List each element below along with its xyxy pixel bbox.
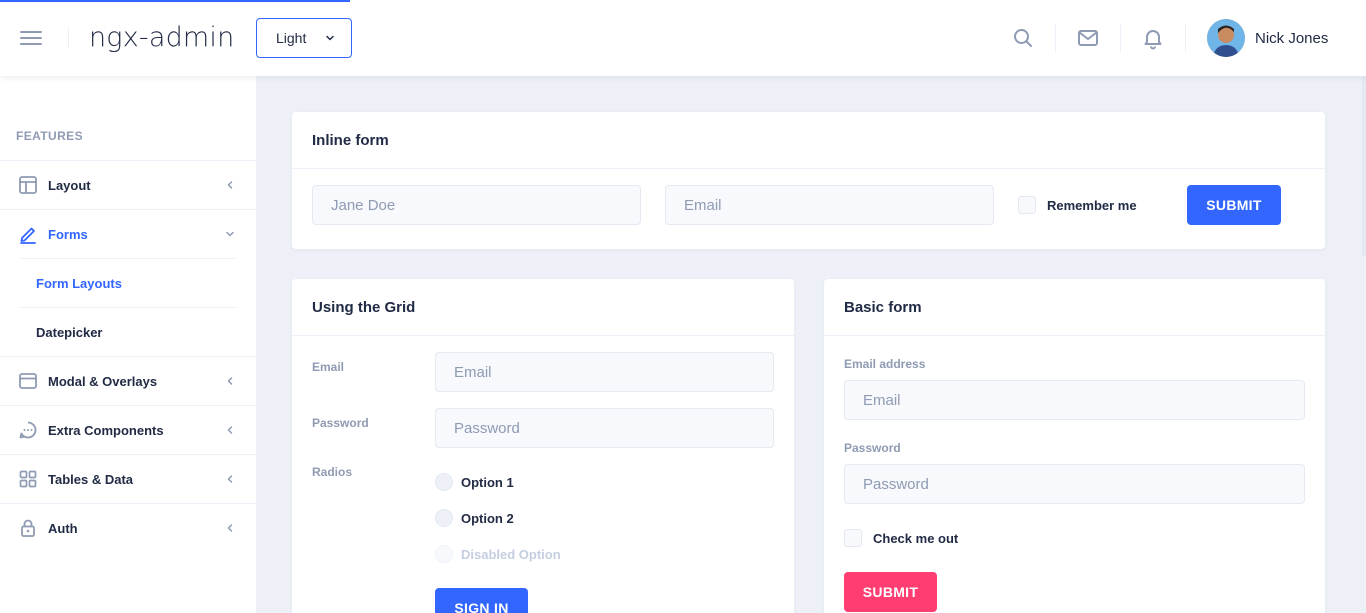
password-label: Password — [312, 416, 369, 430]
inline-form-card: Inline form Jane Doe Email Remember me S… — [292, 112, 1325, 249]
sidebar-item-label: Auth — [48, 520, 78, 536]
scrollbar[interactable] — [1362, 76, 1366, 256]
user-menu[interactable]: Nick Jones — [1207, 19, 1328, 57]
submit-button[interactable]: SUBMIT — [1187, 185, 1281, 225]
app-logo[interactable]: ngx-admin — [89, 22, 234, 53]
password-input[interactable]: Password — [844, 464, 1305, 504]
sidebar-item-modal-overlays[interactable]: Modal & Overlays — [0, 356, 256, 405]
sidebar-section-title: FEATURES — [16, 129, 83, 143]
radio-option-label: Disabled Option — [461, 547, 561, 562]
edit-icon — [20, 227, 36, 244]
chevron-left-icon — [227, 426, 233, 434]
sidebar-item-forms[interactable]: Forms — [0, 209, 256, 258]
check-me-out-label: Check me out — [873, 531, 959, 546]
card-title: Inline form — [292, 112, 1325, 169]
email-icon[interactable] — [1076, 26, 1100, 50]
sidebar-subitem-label: Datepicker — [36, 324, 103, 340]
password-label: Password — [844, 441, 901, 455]
sidebar-subitem-form-layouts[interactable]: Form Layouts — [20, 258, 236, 307]
radio-option-1[interactable] — [435, 473, 453, 491]
submit-button[interactable]: SUBMIT — [844, 572, 937, 612]
name-input[interactable]: Jane Doe — [312, 185, 641, 225]
sidebar-item-tables-data[interactable]: Tables & Data — [0, 454, 256, 503]
radio-option-label: Option 2 — [461, 511, 514, 526]
header-divider — [68, 28, 69, 48]
chevron-left-icon — [227, 377, 233, 385]
header-separator — [1055, 24, 1056, 52]
email-input[interactable]: Email — [435, 352, 774, 392]
avatar — [1207, 19, 1245, 57]
sidebar-subitem-datepicker[interactable]: Datepicker — [20, 307, 236, 356]
message-circle-icon — [19, 421, 37, 439]
grid-icon — [19, 470, 37, 488]
sidebar-item-extra-components[interactable]: Extra Components — [0, 405, 256, 454]
email-address-label: Email address — [844, 357, 926, 371]
password-input[interactable]: Password — [435, 408, 774, 448]
theme-select[interactable]: Light — [256, 18, 352, 58]
grid-form-card: Using the Grid Email Email Password Pass… — [292, 279, 794, 613]
chevron-down-icon — [326, 35, 334, 41]
sign-in-button[interactable]: SIGN IN — [435, 588, 528, 613]
sidebar-item-label: Layout — [48, 177, 91, 193]
email-input[interactable]: Email — [665, 185, 994, 225]
card-title: Using the Grid — [292, 279, 794, 336]
radio-option-2[interactable] — [435, 509, 453, 527]
radio-option-disabled — [435, 545, 453, 563]
search-icon[interactable] — [1011, 26, 1035, 50]
chevron-left-icon — [227, 524, 233, 532]
check-me-out-checkbox[interactable] — [844, 529, 862, 547]
radios-label: Radios — [312, 465, 353, 479]
remember-me-label: Remember me — [1047, 198, 1137, 213]
loading-progress-bar — [0, 0, 350, 2]
sidebar-item-layout[interactable]: Layout — [0, 160, 256, 209]
basic-form-card: Basic form Email address Email Password … — [824, 279, 1325, 613]
sidebar-item-label: Extra Components — [48, 422, 164, 438]
sidebar: FEATURES Layout Forms Form Layouts Datep… — [0, 76, 256, 613]
header: ngx-admin Light Nick Jones — [0, 0, 1366, 76]
email-input[interactable]: Email — [844, 380, 1305, 420]
email-label: Email — [312, 360, 345, 374]
chevron-left-icon — [227, 475, 233, 483]
menu-toggle-icon[interactable] — [20, 26, 48, 50]
sidebar-item-label: Forms — [48, 226, 88, 242]
chevron-left-icon — [227, 181, 233, 189]
header-separator — [1185, 24, 1186, 52]
layout-icon — [19, 176, 37, 194]
radio-option-label: Option 1 — [461, 475, 514, 490]
sidebar-subitem-label: Form Layouts — [36, 275, 122, 291]
user-name: Nick Jones — [1255, 29, 1329, 47]
sidebar-item-label: Tables & Data — [48, 471, 134, 487]
sidebar-item-auth[interactable]: Auth — [0, 503, 256, 552]
remember-me-checkbox[interactable] — [1018, 196, 1036, 214]
browser-icon — [19, 373, 37, 389]
header-separator — [1120, 24, 1121, 52]
theme-select-value: Light — [276, 30, 307, 46]
chevron-down-icon — [226, 231, 234, 237]
bell-icon[interactable] — [1141, 26, 1165, 50]
card-title: Basic form — [824, 279, 1325, 336]
lock-icon — [21, 519, 35, 537]
sidebar-item-label: Modal & Overlays — [48, 373, 158, 389]
